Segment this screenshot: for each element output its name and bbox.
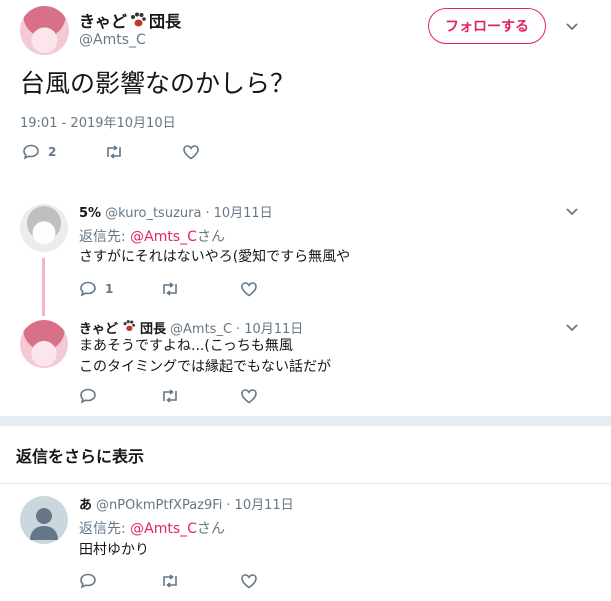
separator-dot: · [205,206,210,221]
reply-to-suffix: さん [196,521,225,537]
reply1-retweet-action[interactable] [160,282,180,296]
chevron-down-icon[interactable] [565,205,579,219]
default-avatar-icon [30,508,58,540]
follow-button[interactable]: フォローする [428,8,546,44]
reply-icon [22,144,40,160]
reply2-reply-action[interactable] [79,388,97,404]
main-reply-count: 2 [48,145,57,159]
reply1-date[interactable]: 10月11日 [214,202,273,221]
retweet-icon [104,145,124,159]
main-author-handle[interactable]: @Amts_C [79,32,146,48]
show-more-label: 返信をさらに表示 [16,447,145,466]
show-more-replies[interactable]: 返信をさらに表示 [0,426,611,484]
bottom-reply-reply-to: 返信先: @Amts_Cさん [79,518,225,538]
main-retweet-action[interactable] [104,145,124,159]
like-icon [182,144,200,160]
bottom-reply-handle[interactable]: @nPOkmPtfXPaz9Fi [96,498,222,513]
reply-icon [79,281,97,297]
reply1-reply-count: 1 [105,282,114,296]
retweet-icon [160,282,180,296]
reply-to-prefix: 返信先: [79,229,131,245]
main-like-action[interactable] [182,144,200,160]
like-icon [240,388,258,404]
separator-dot: · [236,322,241,337]
section-divider [0,416,611,426]
bottom-reply-like-action[interactable] [240,573,258,589]
separator-dot: · [226,498,231,513]
paw-icon [122,319,136,333]
reply1-display-name[interactable]: 5% [79,206,101,221]
chevron-down-icon[interactable] [565,321,579,335]
reply1-like-action[interactable] [240,281,258,297]
like-icon [240,281,258,297]
reply1-author-avatar[interactable] [20,204,68,252]
bottom-reply-reply-action[interactable] [79,573,97,589]
main-tweet-timestamp[interactable]: 19:01 - 2019年10月10日 [20,112,176,131]
main-author-name-suffix[interactable]: 団長 [149,8,181,32]
main-reply-action[interactable]: 2 [22,144,56,160]
reply1-header: 5% @kuro_tsuzura · 10月11日 [79,202,273,221]
retweet-icon [160,389,180,403]
reply-icon [79,388,97,404]
like-icon [240,573,258,589]
reply1-reply-action[interactable]: 1 [79,281,113,297]
reply-to-handle-link[interactable]: @Amts_C [130,521,197,537]
bottom-reply-display-name[interactable]: あ [79,494,92,513]
reply-to-suffix: さん [196,229,225,245]
bottom-reply-retweet-action[interactable] [160,574,180,588]
reply2-handle[interactable]: @Amts_C [170,322,232,337]
reply1-reply-to: 返信先: @Amts_Cさん [79,226,225,246]
bottom-reply-header: あ @nPOkmPtfXPaz9Fi · 10月11日 [79,494,294,513]
main-tweet-text: 台風の影響なのかしら？ [20,69,296,98]
main-author-avatar[interactable] [20,6,69,55]
reply-to-handle-link[interactable]: @Amts_C [130,229,197,245]
reply2-name-suffix[interactable]: 団長 [140,318,166,337]
paw-icon [129,11,147,29]
reply1-text: さすがにそれはないやろ(愛知ですら無風や [79,249,351,265]
reply2-date[interactable]: 10月11日 [244,318,303,337]
bottom-reply-date[interactable]: 10月11日 [235,494,294,513]
reply2-text-line1: まあそうですよね...(こっちも無風 [79,338,293,354]
thread-connector-line [42,258,45,316]
reply1-handle[interactable]: @kuro_tsuzura [105,206,201,221]
reply-icon [79,573,97,589]
reply2-display-name[interactable]: きゃど [79,318,118,337]
reply2-text-line2: このタイミングでは縁起でもない話だが [79,359,331,375]
bottom-reply-text: 田村ゆかり [79,542,149,558]
reply2-author-avatar[interactable] [20,320,68,368]
reply2-retweet-action[interactable] [160,389,180,403]
chevron-down-icon[interactable] [565,20,579,34]
main-author-name-row[interactable]: きゃど 団長 [79,8,181,32]
reply2-like-action[interactable] [240,388,258,404]
bottom-reply-avatar[interactable] [20,496,68,544]
main-author-display-name[interactable]: きゃど [79,8,127,32]
reply2-header: きゃど 団長 @Amts_C · 10月11日 [79,318,303,337]
retweet-icon [160,574,180,588]
reply-to-prefix: 返信先: [79,521,131,537]
